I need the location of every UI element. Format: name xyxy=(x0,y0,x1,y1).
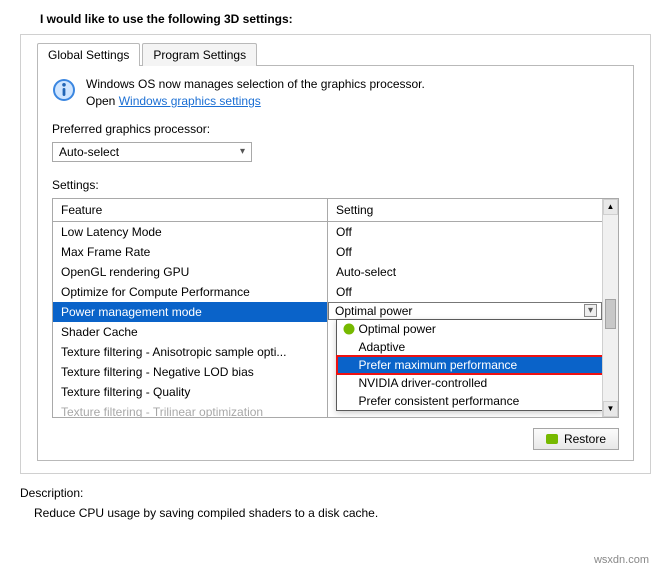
table-row[interactable]: Shader Cache xyxy=(53,322,327,342)
description-block: Description: Reduce CPU usage by saving … xyxy=(0,474,671,550)
table-row[interactable]: OpenGL rendering GPU xyxy=(53,262,327,282)
feature-column: Feature Low Latency Mode Max Frame Rate … xyxy=(53,199,328,417)
chevron-down-icon: ▾ xyxy=(240,146,245,157)
tab-global-settings[interactable]: Global Settings xyxy=(37,43,140,66)
info-icon xyxy=(52,78,76,102)
dropdown-option-label: Prefer consistent performance xyxy=(359,394,520,408)
table-row[interactable]: Texture filtering - Negative LOD bias xyxy=(53,362,327,382)
settings-grid: Feature Low Latency Mode Max Frame Rate … xyxy=(52,198,619,418)
windows-graphics-settings-link[interactable]: Windows graphics settings xyxy=(119,94,261,108)
preferred-processor-value: Auto-select xyxy=(59,145,119,159)
page-title: I would like to use the following 3D set… xyxy=(0,0,671,34)
setting-value[interactable]: Off xyxy=(328,222,602,242)
scrollbar[interactable]: ▲ ▼ xyxy=(602,199,618,417)
table-row[interactable]: Texture filtering - Anisotropic sample o… xyxy=(53,342,327,362)
table-row[interactable]: Optimize for Compute Performance xyxy=(53,282,327,302)
dropdown-option-prefer-max-performance[interactable]: Prefer maximum performance xyxy=(337,356,604,374)
dropdown-option-label: Adaptive xyxy=(359,340,406,354)
setting-value[interactable]: Auto-select xyxy=(328,262,602,282)
preferred-processor-dropdown[interactable]: Auto-select ▾ xyxy=(52,142,252,162)
info-text: Windows OS now manages selection of the … xyxy=(86,76,425,110)
tab-body: Windows OS now manages selection of the … xyxy=(37,65,634,461)
settings-label: Settings: xyxy=(52,178,619,192)
info-row: Windows OS now manages selection of the … xyxy=(52,76,619,110)
info-line1: Windows OS now manages selection of the … xyxy=(86,76,425,93)
table-row[interactable]: Texture filtering - Quality xyxy=(53,382,327,402)
table-row-selected[interactable]: Power management mode xyxy=(53,302,327,322)
watermark: wsxdn.com xyxy=(594,554,649,566)
dropdown-option-label: Optimal power xyxy=(359,322,436,336)
nvidia-icon xyxy=(546,433,558,445)
dropdown-option-prefer-consistent-performance[interactable]: Prefer consistent performance xyxy=(337,392,604,410)
settings-panel: Global Settings Program Settings Windows… xyxy=(20,34,651,474)
restore-button[interactable]: Restore xyxy=(533,428,619,450)
setting-value[interactable]: Off xyxy=(328,282,602,302)
dropdown-option-optimal-power[interactable]: Optimal power xyxy=(337,320,604,338)
chevron-down-icon: ▾ xyxy=(584,304,597,317)
feature-header[interactable]: Feature xyxy=(53,199,327,222)
tabs: Global Settings Program Settings xyxy=(37,43,634,66)
setting-header[interactable]: Setting xyxy=(328,199,602,222)
table-row[interactable]: Texture filtering - Trilinear optimizati… xyxy=(53,402,327,418)
description-body: Reduce CPU usage by saving compiled shad… xyxy=(20,506,651,520)
info-line2-prefix: Open xyxy=(86,94,119,108)
dropdown-option-adaptive[interactable]: Adaptive xyxy=(337,338,604,356)
description-label: Description: xyxy=(20,486,651,500)
setting-value[interactable]: Off xyxy=(328,242,602,262)
dropdown-option-label: NVIDIA driver-controlled xyxy=(359,376,488,390)
restore-row: Restore xyxy=(52,428,619,450)
table-row[interactable]: Max Frame Rate xyxy=(53,242,327,262)
preferred-processor-label: Preferred graphics processor: xyxy=(52,122,619,136)
scroll-down-button[interactable]: ▼ xyxy=(603,401,618,417)
dropdown-option-label: Prefer maximum performance xyxy=(359,358,518,372)
power-mode-dropdown-list: Optimal power Adaptive Prefer maximum pe… xyxy=(336,319,605,411)
restore-button-label: Restore xyxy=(564,432,606,446)
scroll-up-button[interactable]: ▲ xyxy=(603,199,618,215)
dropdown-option-nvidia-driver-controlled[interactable]: NVIDIA driver-controlled xyxy=(337,374,604,392)
setting-value-text: Optimal power xyxy=(335,304,412,318)
setting-value-dropdown[interactable]: Optimal power ▾ xyxy=(328,302,602,320)
nvidia-icon xyxy=(343,323,355,335)
table-row[interactable]: Low Latency Mode xyxy=(53,222,327,242)
tab-program-settings[interactable]: Program Settings xyxy=(142,43,257,66)
scroll-thumb[interactable] xyxy=(605,299,616,329)
